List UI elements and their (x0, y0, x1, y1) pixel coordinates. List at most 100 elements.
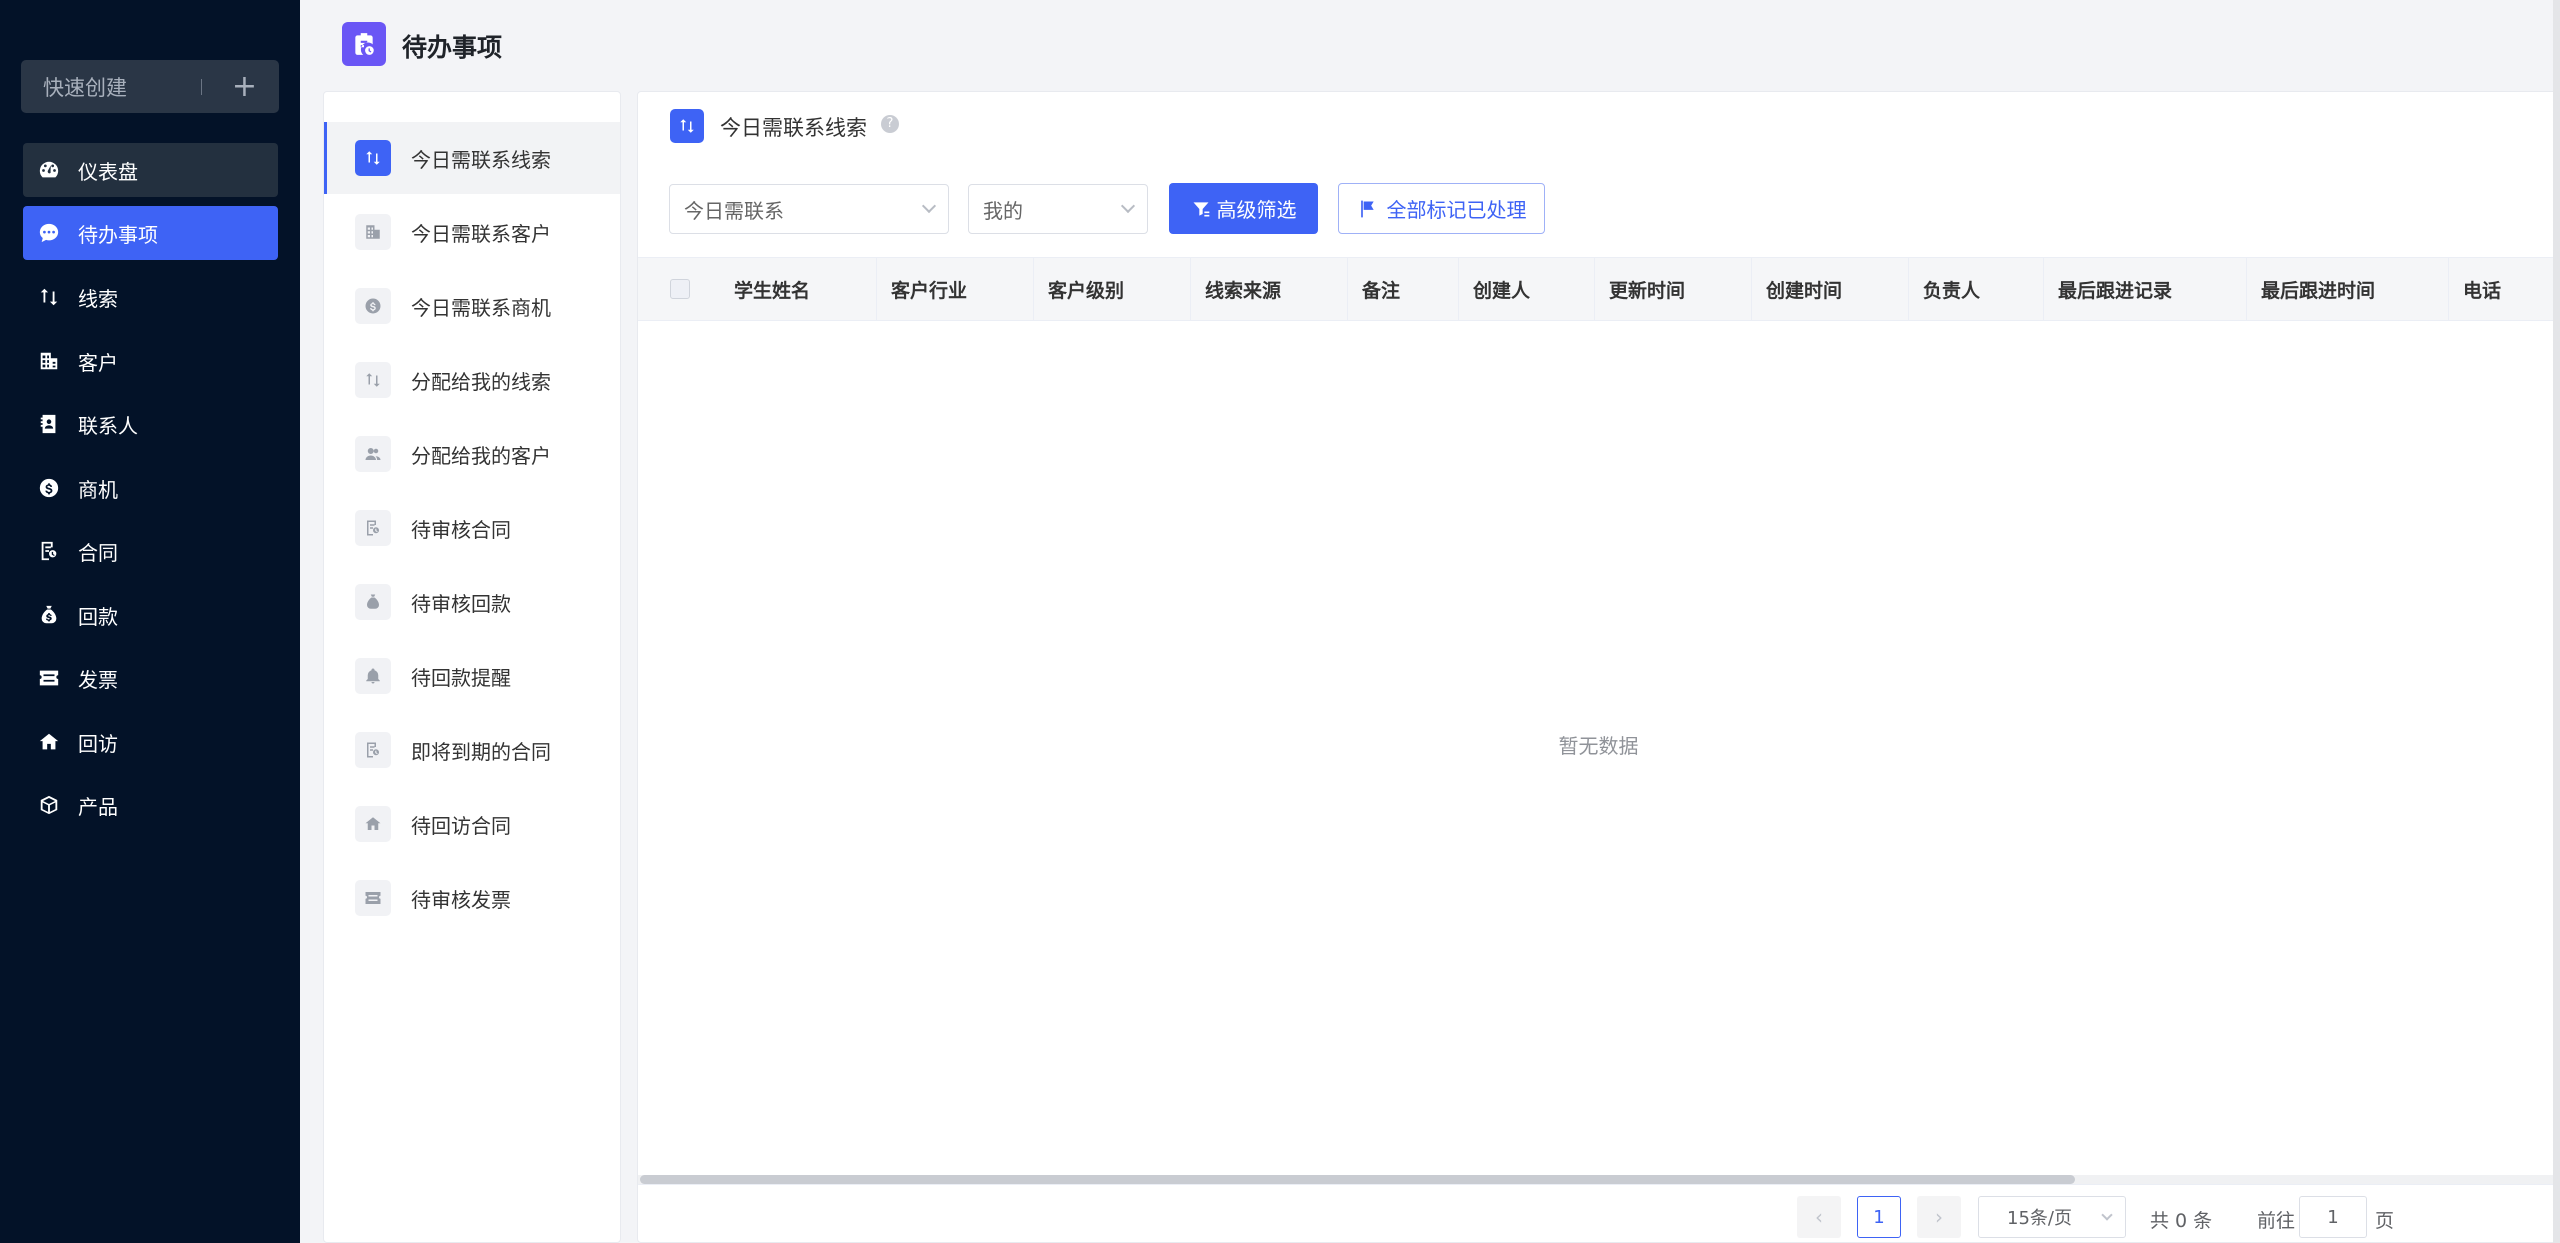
nav-item-visits[interactable]: 回访 (23, 715, 278, 769)
column-header[interactable]: 电话 (2449, 258, 2559, 320)
category-label: 待回访合同 (411, 813, 511, 838)
nav-item-payments[interactable]: 回款 (23, 588, 278, 642)
plus-icon[interactable]: + (232, 71, 257, 102)
nav-item-customers[interactable]: 客户 (23, 334, 278, 388)
category-item-today-customers[interactable]: 今日需联系客户 (324, 196, 620, 268)
home-icon (355, 806, 391, 842)
goto-label: 前往 (2257, 1210, 2296, 1232)
column-header[interactable]: 最后跟进记录 (2044, 258, 2247, 320)
box-icon (38, 794, 60, 816)
select-all-checkbox[interactable] (670, 279, 690, 299)
contact-book-icon (38, 413, 60, 435)
category-label: 即将到期的合同 (411, 739, 551, 764)
quick-create-button[interactable]: 快速创建 + (21, 60, 279, 113)
nav-item-todo[interactable]: 待办事项 (23, 206, 278, 260)
nav-item-contacts[interactable]: 联系人 (23, 397, 278, 451)
category-item-today-opportunities[interactable]: 今日需联系商机 (324, 270, 620, 342)
category-label: 待回款提醒 (411, 665, 511, 690)
swap-icon (355, 140, 391, 176)
nav-item-label: 回款 (78, 604, 118, 629)
flag-icon (1360, 200, 1374, 217)
category-label: 待审核合同 (411, 517, 511, 542)
category-label: 今日需联系客户 (411, 221, 551, 246)
page-size-select[interactable]: 15条/页 (1978, 1196, 2126, 1238)
nav-item-invoices[interactable]: 发票 (23, 651, 278, 705)
category-item-today-leads[interactable]: 今日需联系线索 (324, 122, 620, 194)
swap-icon (355, 362, 391, 398)
goto-page-input[interactable]: 1 (2299, 1196, 2367, 1238)
horizontal-scrollbar[interactable] (640, 1175, 2075, 1184)
category-item-assigned-customers[interactable]: 分配给我的客户 (324, 418, 620, 490)
filter-icon (1193, 201, 1209, 216)
money-bag-icon (38, 604, 60, 626)
nav-item-label: 仪表盘 (78, 159, 138, 184)
mark-all-processed-button[interactable]: 全部标记已处理 (1338, 183, 1545, 234)
dollar-icon (38, 477, 60, 499)
divider (200, 78, 202, 95)
mark-all-label: 全部标记已处理 (1386, 198, 1527, 222)
dashboard-icon (38, 159, 60, 181)
category-item-pending-payments[interactable]: 待审核回款 (324, 566, 620, 638)
column-header[interactable]: 客户行业 (877, 258, 1034, 320)
main-panel: 今日需联系线索 ? 今日需联系 我的 高级筛选 全部标记已处理 学生姓名 客户行… (637, 91, 2560, 1243)
nav-item-opportunities[interactable]: 商机 (23, 461, 278, 515)
column-header[interactable]: 更新时间 (1595, 258, 1752, 320)
category-item-pending-contracts[interactable]: 待审核合同 (324, 492, 620, 564)
contract-icon (355, 732, 391, 768)
sidebar-nav: 快速创建 + 仪表盘 待办事项 线索 客户 联系人 商机 合同 回款 发票 回访… (0, 0, 300, 1243)
owner-filter-select[interactable]: 我的 (968, 184, 1148, 234)
column-header[interactable]: 线索来源 (1191, 258, 1348, 320)
page-number-button[interactable]: 1 (1857, 1196, 1901, 1238)
table-header: 学生姓名 客户行业 客户级别 线索来源 备注 创建人 更新时间 创建时间 负责人… (638, 257, 2559, 321)
invoice-icon (355, 880, 391, 916)
nav-item-label: 线索 (78, 286, 118, 311)
advanced-filter-button[interactable]: 高级筛选 (1169, 183, 1318, 234)
swap-icon (38, 286, 60, 308)
invoice-icon (38, 667, 60, 689)
page-size-value: 15条/页 (2007, 1208, 2072, 1229)
time-filter-value: 今日需联系 (684, 198, 784, 223)
nav-item-label: 商机 (78, 477, 118, 502)
advanced-filter-label: 高级筛选 (1216, 198, 1297, 222)
chevron-down-icon (921, 198, 937, 214)
chevron-down-icon (1120, 198, 1136, 214)
prev-page-button[interactable]: ‹ (1797, 1196, 1841, 1238)
column-header[interactable]: 最后跟进时间 (2247, 258, 2449, 320)
category-item-expiring-contracts[interactable]: 即将到期的合同 (324, 714, 620, 786)
total-count: 共 0 条 (2150, 1210, 2213, 1232)
nav-item-products[interactable]: 产品 (23, 778, 278, 832)
todo-category-panel: 今日需联系线索 今日需联系客户 今日需联系商机 分配给我的线索 分配给我的客户 … (323, 91, 621, 1243)
column-header[interactable]: 备注 (1348, 258, 1459, 320)
vertical-scrollbar[interactable] (2553, 0, 2560, 1243)
category-item-assigned-leads[interactable]: 分配给我的线索 (324, 344, 620, 416)
nav-item-contracts[interactable]: 合同 (23, 524, 278, 578)
category-label: 待审核发票 (411, 887, 511, 912)
next-page-button[interactable]: › (1917, 1196, 1961, 1238)
nav-item-dashboard[interactable]: 仪表盘 (23, 143, 278, 197)
nav-item-leads[interactable]: 线索 (23, 270, 278, 324)
nav-item-label: 产品 (78, 794, 118, 819)
users-icon (355, 436, 391, 472)
nav-item-label: 发票 (78, 667, 118, 692)
category-label: 待审核回款 (411, 591, 511, 616)
category-label: 今日需联系线索 (411, 147, 551, 172)
column-header[interactable]: 创建人 (1459, 258, 1595, 320)
category-item-pending-visits[interactable]: 待回访合同 (324, 788, 620, 860)
category-item-pending-invoices[interactable]: 待审核发票 (324, 862, 620, 934)
section-title: 今日需联系线索 (720, 116, 867, 140)
contract-icon (38, 540, 60, 562)
nav-item-label: 回访 (78, 731, 118, 756)
column-header[interactable]: 客户级别 (1034, 258, 1191, 320)
building-icon (38, 350, 60, 372)
category-item-payment-reminders[interactable]: 待回款提醒 (324, 640, 620, 712)
column-header[interactable]: 创建时间 (1752, 258, 1909, 320)
time-filter-select[interactable]: 今日需联系 (669, 184, 949, 234)
owner-filter-value: 我的 (983, 198, 1023, 223)
empty-state-text: 暂无数据 (1558, 734, 1639, 758)
building-icon (355, 214, 391, 250)
chevron-down-icon (2101, 1209, 2113, 1221)
contract-icon (355, 510, 391, 546)
column-header[interactable]: 学生姓名 (720, 258, 877, 320)
column-header[interactable]: 负责人 (1909, 258, 2044, 320)
help-icon[interactable]: ? (881, 115, 899, 133)
